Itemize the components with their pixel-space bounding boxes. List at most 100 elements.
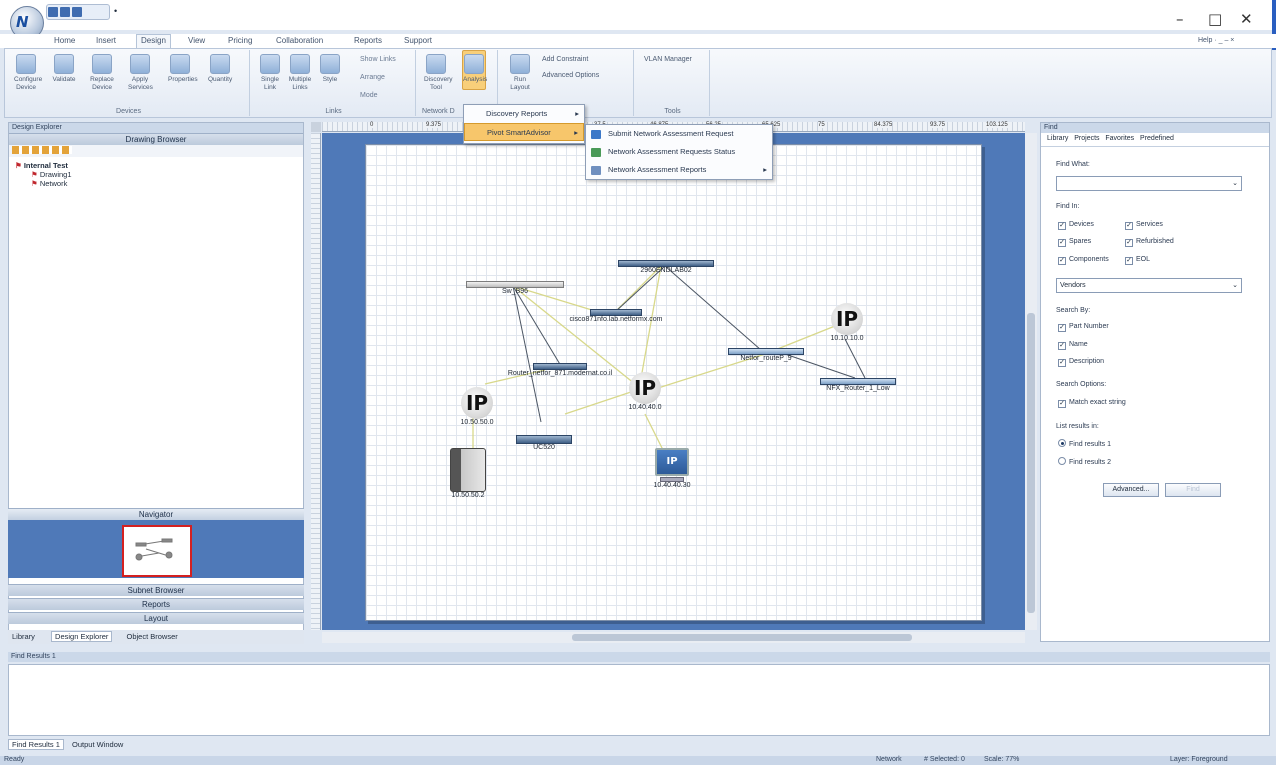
find-tabs: Library Projects Favorites Predefined [1041, 133, 1269, 147]
quick-access-toolbar[interactable] [46, 4, 110, 20]
drawing-browser-header[interactable]: Drawing Browser [9, 133, 303, 145]
status-icon [591, 148, 601, 157]
find-in-eol[interactable]: ✓ EOL [1125, 256, 1150, 265]
project-tree: ⚑ Internal Test ⚑ Drawing1 ⚑ Network [9, 157, 303, 192]
minimize-button[interactable]: – [1176, 10, 1184, 28]
link-line[interactable] [664, 265, 762, 351]
link-line[interactable] [512, 285, 542, 423]
tab-design[interactable]: Design [136, 34, 171, 48]
ip-phone-device[interactable]: 10.50.50.2 [446, 448, 490, 499]
match-exact-checkbox[interactable]: ✓ Match exact string [1058, 399, 1126, 408]
scroll-thumb[interactable] [572, 634, 912, 641]
replace-device-button[interactable]: Replace Device [90, 54, 114, 92]
tab-insert[interactable]: Insert [96, 36, 116, 48]
nfx-router-device[interactable]: NFX_Router_1_Low [816, 378, 900, 392]
multiple-links-button[interactable]: Multiple Links [288, 54, 312, 92]
close-button[interactable]: ✕ [1240, 10, 1253, 28]
single-link-button[interactable]: Single Link [258, 54, 282, 92]
uc520-device[interactable]: UC520 [516, 435, 572, 451]
search-by-description[interactable]: ✓ Description [1058, 358, 1104, 367]
show-links-button[interactable]: Show Links [360, 56, 396, 63]
vertical-scrollbar[interactable] [1025, 133, 1037, 630]
analysis-button[interactable]: Analysis [462, 50, 487, 90]
find-in-devices[interactable]: ✓ Devices [1058, 221, 1094, 230]
search-by-part-number[interactable]: ✓ Part Number [1058, 323, 1109, 332]
ip-cloud-10-50[interactable]: IP 10.50.50.0 [452, 387, 502, 426]
tab-output-window[interactable]: Output Window [72, 740, 123, 749]
reports-header[interactable]: Reports [8, 598, 304, 610]
tab-support[interactable]: Support [404, 36, 432, 48]
subnet-browser-header[interactable]: Subnet Browser [8, 584, 304, 596]
menu-submit-assessment[interactable]: Submit Network Assessment Request [586, 125, 772, 143]
mode-button[interactable]: Mode [360, 92, 378, 99]
tree-item-network[interactable]: ⚑ Network [15, 179, 297, 188]
find-button[interactable]: Find [1165, 483, 1221, 497]
tab-home[interactable]: Home [54, 36, 75, 48]
apply-services-button[interactable]: Apply Services [128, 54, 153, 92]
tab-favorites[interactable]: Favorites [1105, 135, 1134, 142]
tab-projects[interactable]: Projects [1074, 135, 1099, 142]
menu-assessment-reports[interactable]: Network Assessment Reports ▸ [586, 161, 772, 179]
status-mode: Network [876, 756, 902, 763]
cisco871-device[interactable]: cisco871nfo.lab.netformx.com [556, 309, 676, 323]
tab-design-explorer[interactable]: Design Explorer [51, 631, 113, 642]
horizontal-scrollbar[interactable] [322, 632, 1025, 643]
style-button[interactable]: Style [318, 54, 342, 84]
catalyst-device[interactable]: 2960ENDLAB02 [618, 260, 714, 274]
find-what-input[interactable]: ⌄ [1056, 176, 1242, 191]
tab-predefined[interactable]: Predefined [1140, 135, 1174, 142]
tab-reports[interactable]: Reports [354, 36, 382, 48]
router-device[interactable]: Router_netfor_871.modernat.co.il [490, 363, 630, 377]
configure-device-button[interactable]: Configure Device [14, 54, 42, 92]
find-in-services[interactable]: ✓ Services [1125, 221, 1163, 230]
tab-collaboration[interactable]: Collaboration [276, 36, 323, 48]
find-in-spares[interactable]: ✓ Spares [1058, 238, 1091, 247]
menu-assessment-status[interactable]: Network Assessment Requests Status [586, 143, 772, 161]
ip-cloud-10-40[interactable]: IP 10.40.40.0 [620, 372, 670, 411]
save-icon[interactable] [48, 7, 58, 17]
add-constraint-button[interactable]: Add Constraint [542, 56, 588, 63]
vendors-select[interactable]: Vendors ⌄ [1056, 278, 1242, 293]
tab-library[interactable]: Library [1047, 135, 1068, 142]
advanced-button[interactable]: Advanced... [1103, 483, 1159, 497]
tab-find-results-1[interactable]: Find Results 1 [8, 739, 64, 750]
tab-object-browser[interactable]: Object Browser [126, 632, 177, 641]
quantity-button[interactable]: Quantity [208, 54, 232, 84]
search-by-name[interactable]: ✓ Name [1058, 341, 1088, 350]
layout-header[interactable]: Layout [8, 612, 304, 624]
ip-cloud-10-10[interactable]: IP 10.10.10.0 [822, 303, 872, 342]
discovery-tool-button[interactable]: Discovery Tool [424, 54, 453, 92]
switch-device[interactable]: Sw_B96 [466, 281, 564, 295]
tree-tools-icon[interactable] [12, 146, 72, 154]
menu-pivot-smartadvisor[interactable]: Pivot SmartAdvisor ▸ [464, 123, 584, 141]
tree-root[interactable]: ⚑ Internal Test [15, 161, 297, 170]
arrange-button[interactable]: Arrange [360, 74, 385, 81]
find-what-label: Find What: [1056, 161, 1090, 168]
navigator-header[interactable]: Navigator [8, 508, 304, 520]
results-radio-1[interactable]: Find results 1 [1058, 439, 1111, 448]
menu-discovery-reports[interactable]: Discovery Reports ▸ [464, 105, 584, 123]
run-layout-button[interactable]: Run Layout [508, 54, 532, 92]
navigator-thumbnail[interactable] [122, 525, 192, 577]
group-devices: Configure Device Validate Replace Device… [8, 50, 250, 116]
properties-button[interactable]: Properties [168, 54, 198, 84]
undo-icon[interactable] [60, 7, 70, 17]
vertical-ruler [311, 133, 321, 630]
tree-item-drawing1[interactable]: ⚑ Drawing1 [15, 170, 297, 179]
scroll-thumb[interactable] [1027, 313, 1035, 613]
netfor-router-device[interactable]: Netfor_routeP_9 [728, 348, 804, 362]
validate-button[interactable]: Validate [52, 54, 76, 84]
results-radio-2[interactable]: Find results 2 [1058, 457, 1111, 466]
vlan-manager-button[interactable]: VLAN Manager [644, 56, 692, 63]
link-line[interactable] [844, 338, 866, 379]
advanced-options-button[interactable]: Advanced Options [542, 72, 599, 79]
find-in-refurbished[interactable]: ✓ Refurbished [1125, 238, 1174, 247]
workstation-device[interactable]: IP 10.40.40.30 [646, 448, 698, 489]
tab-pricing[interactable]: Pricing [228, 36, 252, 48]
maximize-button[interactable]: □ [1208, 10, 1222, 28]
tab-view[interactable]: View [188, 36, 205, 48]
redo-icon[interactable] [72, 7, 82, 17]
help-menu[interactable]: Help · _ – × [1198, 37, 1234, 44]
find-in-components[interactable]: ✓ Components [1058, 256, 1109, 265]
tab-library[interactable]: Library [12, 632, 35, 641]
